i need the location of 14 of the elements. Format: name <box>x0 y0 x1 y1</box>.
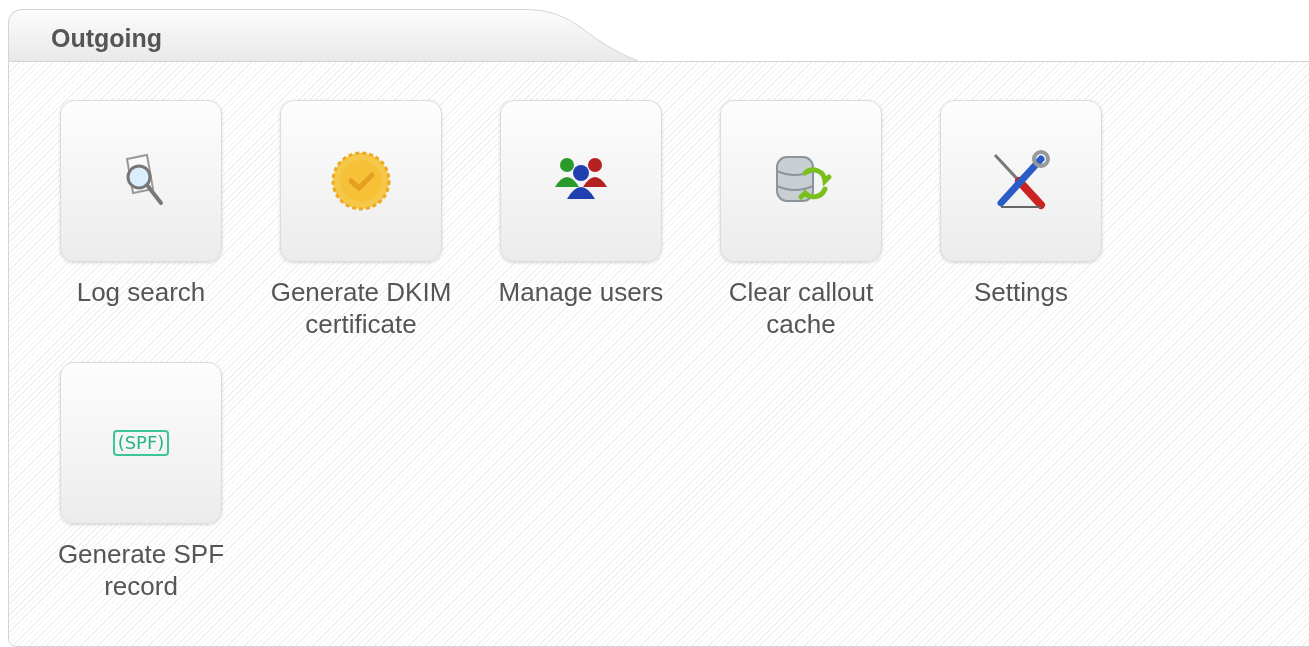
tile-label[interactable]: Settings <box>916 276 1126 308</box>
tool-tile[interactable] <box>500 100 662 262</box>
panel-title: Outgoing <box>51 24 163 52</box>
tool-tile[interactable] <box>940 100 1102 262</box>
tile-label[interactable]: Manage users <box>476 276 686 308</box>
tile-label[interactable]: Clear callout cache <box>696 276 906 340</box>
tool-tile[interactable] <box>280 100 442 262</box>
tile-label[interactable]: Generate SPF record <box>36 538 246 602</box>
tile-label[interactable]: Log search <box>36 276 246 308</box>
tool-tile[interactable] <box>720 100 882 262</box>
spf-icon: (SPF) <box>112 430 170 456</box>
tool-tile[interactable] <box>60 100 222 262</box>
tile-label[interactable]: Generate DKIM certificate <box>256 276 466 340</box>
sun-checkmark-icon <box>329 149 393 213</box>
